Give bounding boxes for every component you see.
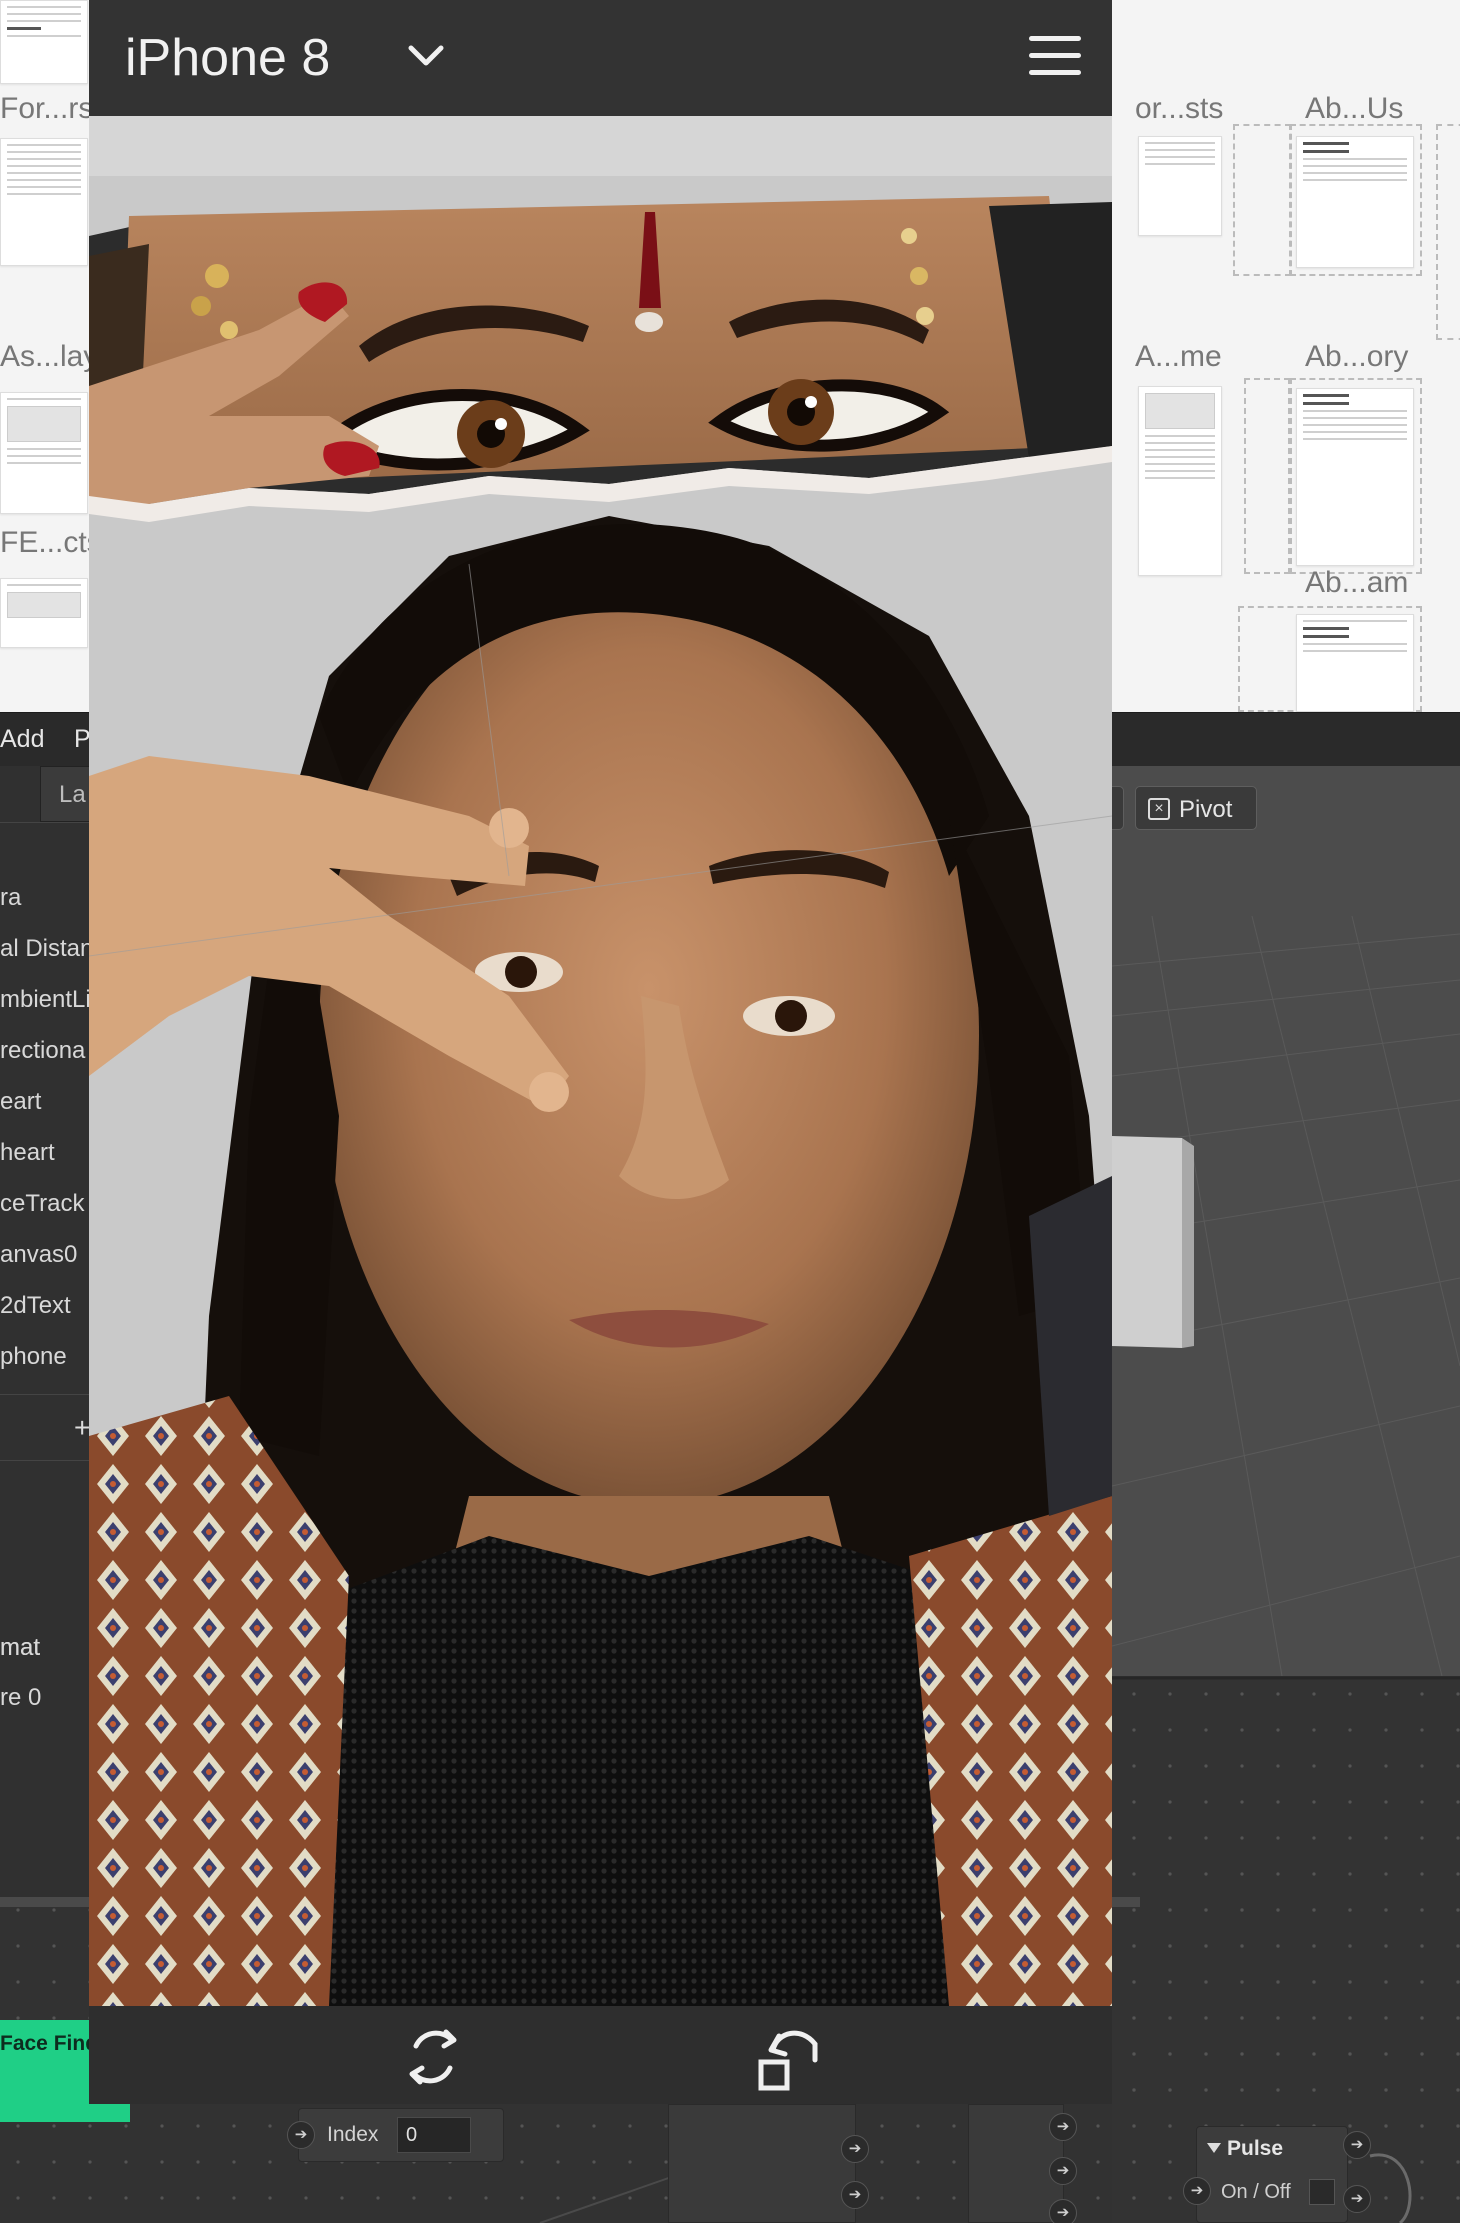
collapse-triangle-icon[interactable]: [1207, 2143, 1221, 2153]
scene-item[interactable]: anvas0: [0, 1241, 77, 1269]
hamburger-menu-icon[interactable]: [1029, 36, 1081, 76]
divider: [0, 1394, 100, 1395]
artboard-thumbnail[interactable]: [0, 392, 88, 514]
scene-item[interactable]: al Distan: [0, 935, 93, 963]
pulse-title: Pulse: [1227, 2137, 1284, 2160]
pivot-button[interactable]: × Pivot: [1135, 786, 1257, 830]
on-off-checkbox[interactable]: [1309, 2179, 1335, 2205]
input-port-icon[interactable]: ➔: [1183, 2177, 1211, 2205]
index-value-field[interactable]: 0: [397, 2117, 471, 2153]
output-port-icon[interactable]: ➔: [841, 2135, 869, 2163]
index-patch[interactable]: ➔ Index 0: [287, 2108, 504, 2162]
scene-viewport[interactable]: [1112, 766, 1460, 1676]
output-port-icon[interactable]: ➔: [1343, 2185, 1371, 2213]
rotate-device-icon[interactable]: [757, 2020, 823, 2092]
artboard-label[interactable]: Ab...ory: [1305, 340, 1408, 374]
input-port-icon[interactable]: ➔: [287, 2121, 315, 2149]
scene-item[interactable]: mbientLi: [0, 986, 91, 1014]
divider: [0, 822, 100, 823]
scene-item[interactable]: eart: [0, 1088, 41, 1116]
asset-item[interactable]: re 0: [0, 1684, 41, 1712]
effect-preview-image: [89, 116, 1112, 2006]
scene-item[interactable]: 2dText: [0, 1292, 71, 1320]
patch-node[interactable]: ➔ ➔ ➔: [968, 2104, 1077, 2223]
divider: [0, 1460, 100, 1461]
artboard-label[interactable]: For...rs: [0, 92, 93, 126]
device-selector[interactable]: iPhone 8: [125, 28, 330, 88]
device-header: iPhone 8: [89, 0, 1112, 116]
artboard-label[interactable]: or...sts: [1135, 92, 1223, 126]
output-port-icon[interactable]: ➔: [1049, 2199, 1077, 2223]
index-label: Index: [327, 2123, 379, 2146]
output-port-icon[interactable]: ➔: [1049, 2157, 1077, 2185]
device-preview-window[interactable]: iPhone 8: [89, 0, 1112, 2104]
artboard-label[interactable]: As...lay: [0, 340, 98, 374]
tab-layers-label: La: [59, 781, 86, 808]
chevron-down-icon[interactable]: [407, 40, 445, 70]
output-port-icon[interactable]: ➔: [841, 2181, 869, 2209]
artboard-label[interactable]: Ab...am: [1305, 566, 1408, 600]
artboard-label[interactable]: FE...cts: [0, 526, 102, 560]
output-port-icon[interactable]: ➔: [1049, 2113, 1077, 2141]
artboard-frame: [1233, 124, 1291, 276]
viewport-grid: [1112, 915, 1460, 1676]
menu-add[interactable]: Add: [0, 725, 44, 754]
output-port-icon[interactable]: ➔: [1343, 2131, 1371, 2159]
artboard-label[interactable]: A...me: [1135, 340, 1222, 374]
on-off-label: On / Off: [1221, 2181, 1291, 2203]
toolbar-button[interactable]: [1112, 786, 1124, 830]
scene-item[interactable]: heart: [0, 1139, 55, 1167]
scene-item[interactable]: ra: [0, 884, 21, 912]
artboard-thumbnail[interactable]: [1138, 136, 1222, 236]
preview-toolbar: [89, 2006, 1112, 2104]
artboard-label[interactable]: Ab...Us: [1305, 92, 1403, 126]
patch-node[interactable]: ➔ ➔: [668, 2104, 869, 2223]
flip-camera-icon[interactable]: [402, 2026, 464, 2088]
pulse-patch[interactable]: Pulse ➔ On / Off ➔ ➔: [1183, 2126, 1371, 2223]
asset-item[interactable]: mat: [0, 1634, 40, 1662]
artboard-thumbnail[interactable]: [1138, 386, 1222, 576]
camera-preview: [89, 116, 1112, 2006]
scene-item[interactable]: ceTrack: [0, 1190, 84, 1218]
scene-item[interactable]: rectiona: [0, 1037, 85, 1065]
artboard-frame: [1244, 378, 1290, 574]
artboard-thumbnail[interactable]: [0, 578, 88, 648]
artboard-thumbnail[interactable]: [1296, 136, 1414, 268]
artboard-frame: [1436, 124, 1460, 340]
add-object-button[interactable]: +: [74, 1412, 90, 1444]
artboard-thumbnail[interactable]: [1296, 388, 1414, 566]
pivot-label: Pivot: [1179, 796, 1233, 823]
artboard-thumbnail[interactable]: [1296, 614, 1414, 712]
artboard-thumbnail[interactable]: [0, 0, 88, 84]
scene-item[interactable]: phone: [0, 1343, 67, 1371]
close-square-icon: ×: [1148, 798, 1170, 820]
artboard-thumbnail[interactable]: [0, 138, 88, 266]
